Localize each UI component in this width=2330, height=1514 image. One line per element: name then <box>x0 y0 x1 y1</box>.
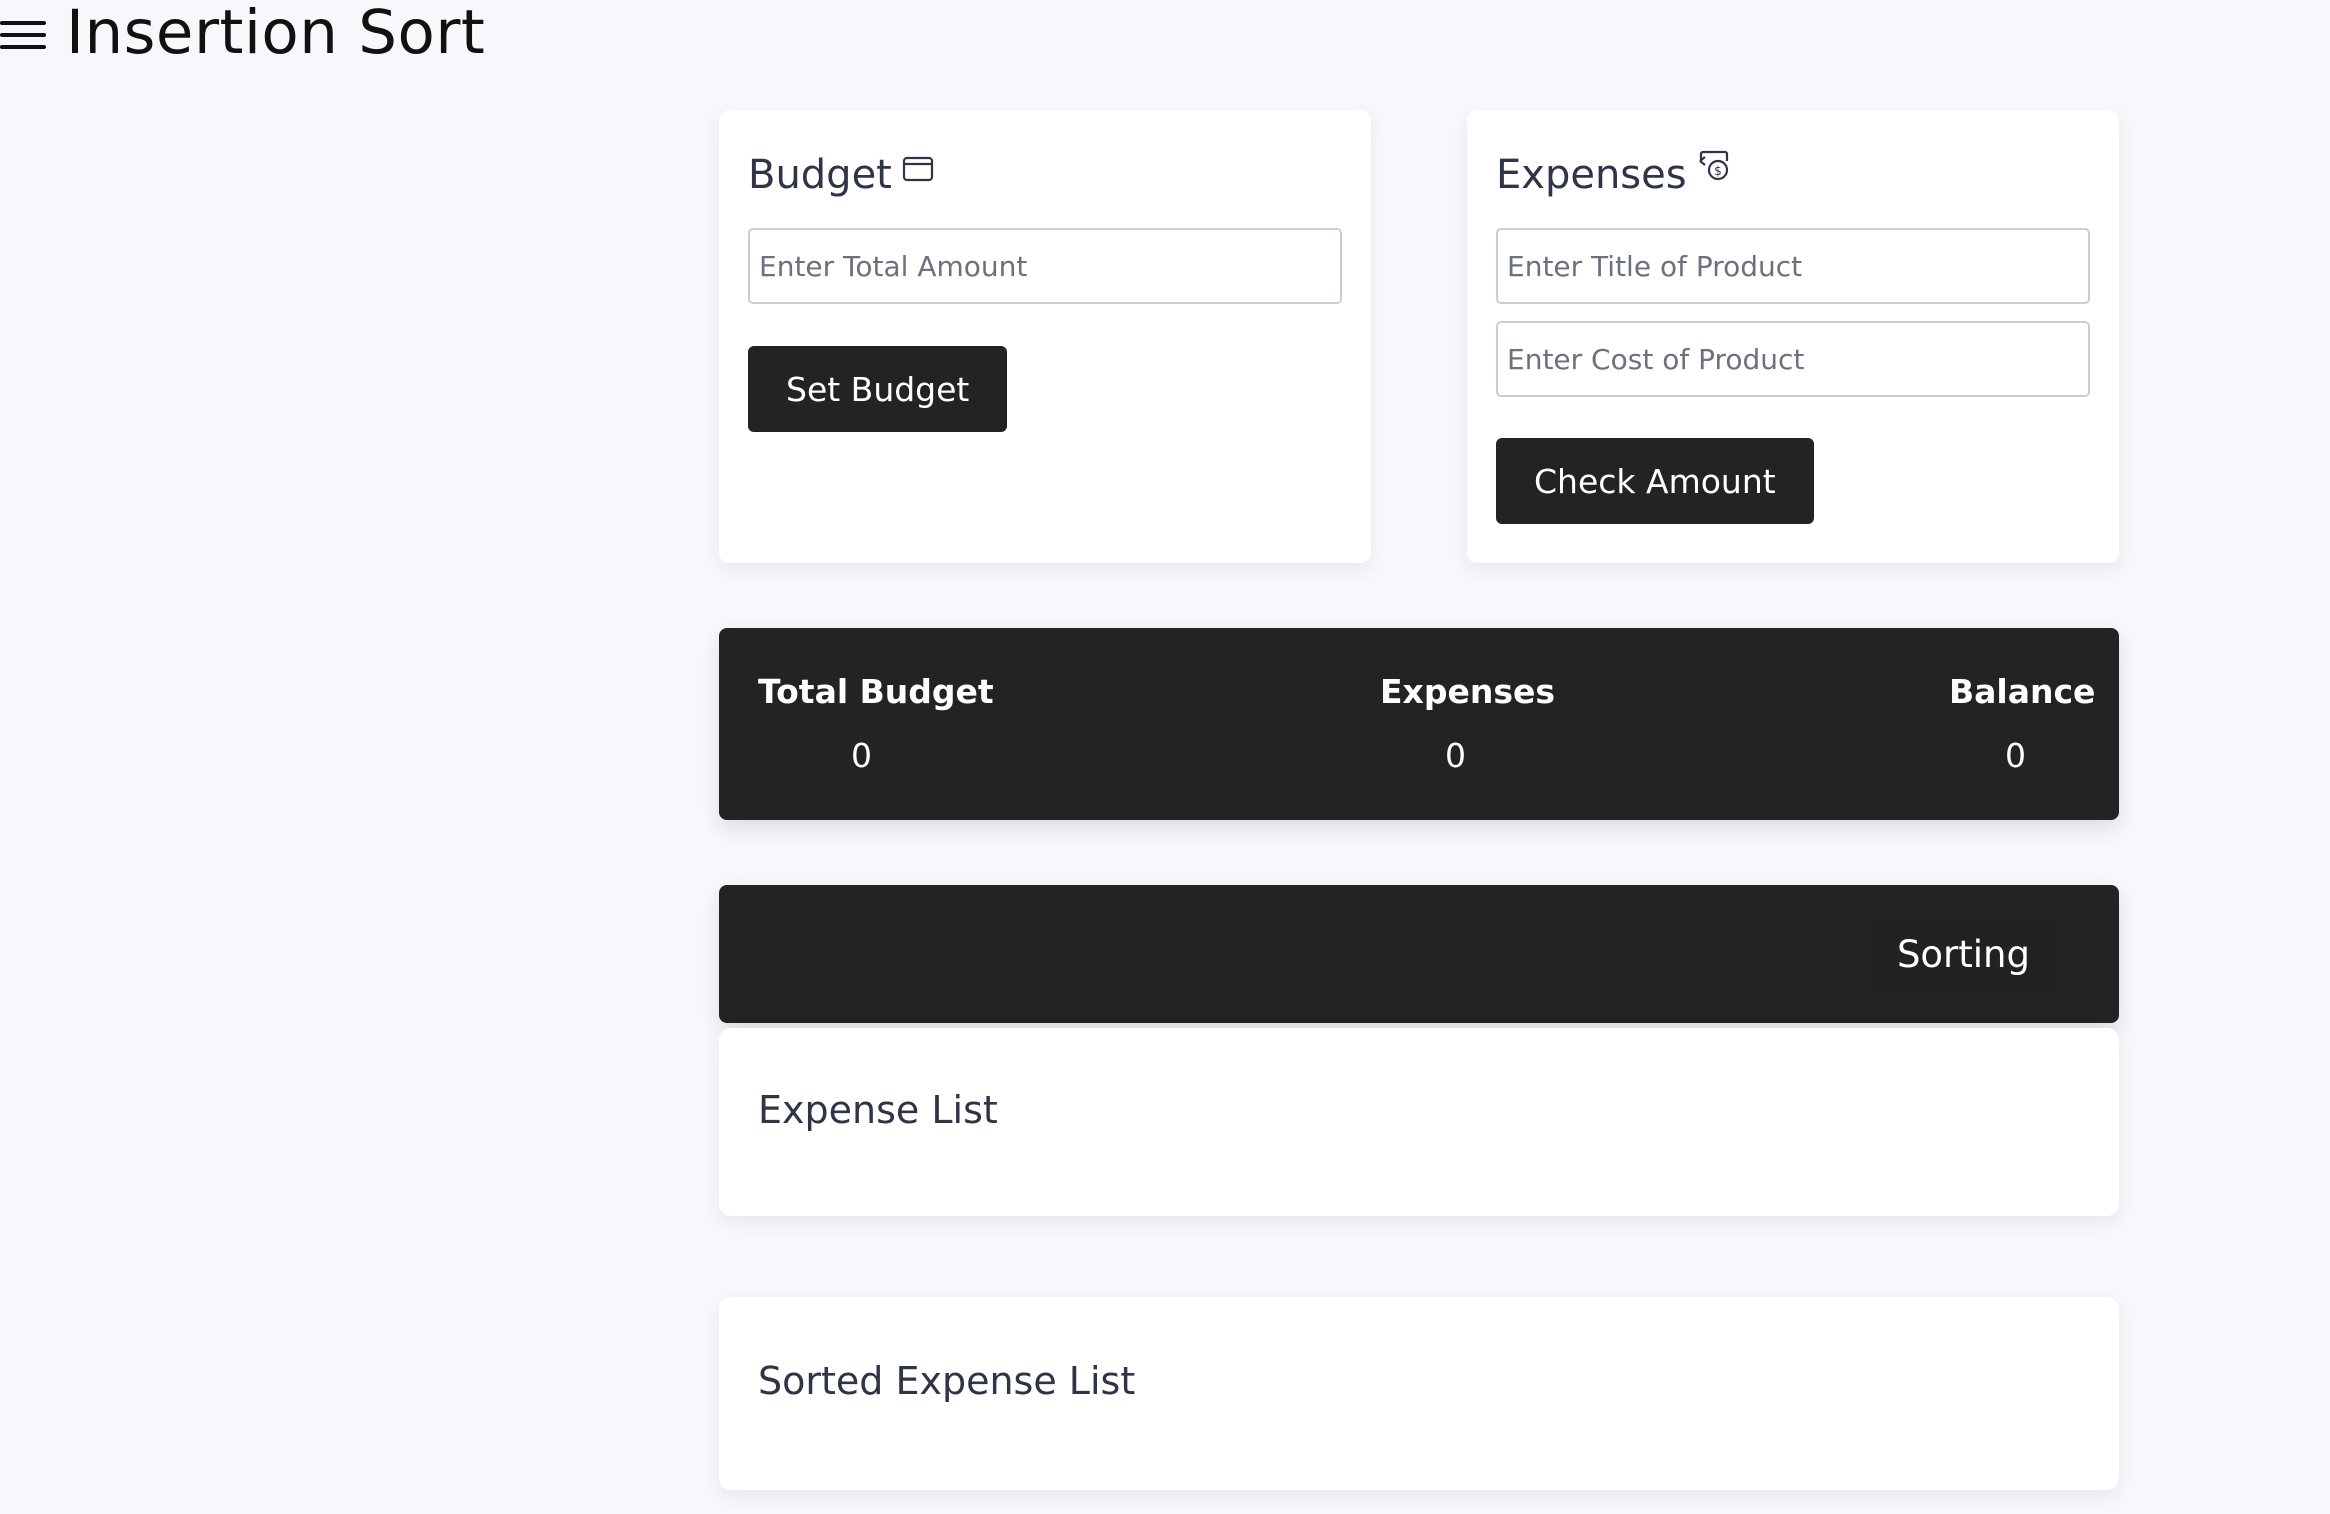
check-amount-button[interactable]: Check Amount <box>1496 438 1814 524</box>
expenses-summary: Expenses 0 <box>1380 628 1555 820</box>
balance-value: 0 <box>2005 736 2026 775</box>
menu-line <box>0 33 46 37</box>
product-title-input[interactable] <box>1496 228 2090 304</box>
sorted-expense-list-title: Sorted Expense List <box>758 1359 1136 1403</box>
balance-summary: Balance 0 <box>1949 628 2095 820</box>
menu-line <box>0 21 46 25</box>
budget-title: Budget <box>748 152 892 198</box>
expenses-summary-value: 0 <box>1445 736 1466 775</box>
total-budget-summary: Total Budget 0 <box>758 628 994 820</box>
summary-bar: Total Budget 0 Expenses 0 Balance 0 <box>719 628 2119 820</box>
menu-line <box>0 45 46 49</box>
budget-card: Budget Set Budget <box>719 110 1371 563</box>
total-budget-label: Total Budget <box>758 672 994 711</box>
sorting-button[interactable]: Sorting <box>1867 915 2059 993</box>
expenses-card: Expenses $ Check Amount <box>1467 110 2119 563</box>
expenses-summary-label: Expenses <box>1380 672 1555 711</box>
wallet-icon <box>902 147 934 193</box>
hamburger-menu-icon[interactable] <box>0 11 46 55</box>
sorted-expense-list-card: Sorted Expense List <box>719 1297 2119 1490</box>
total-amount-input[interactable] <box>748 228 1342 304</box>
expense-list-card: Expense List <box>719 1028 2119 1216</box>
page-title: Insertion Sort <box>66 0 486 68</box>
expense-list-title: Expense List <box>758 1088 998 1132</box>
expenses-title: Expenses <box>1496 152 1687 198</box>
sorting-bar: Sorting <box>719 885 2119 1023</box>
svg-text:$: $ <box>1714 164 1722 178</box>
product-cost-input[interactable] <box>1496 321 2090 397</box>
set-budget-button[interactable]: Set Budget <box>748 346 1008 432</box>
expenses-heading: Expenses $ <box>1496 150 1733 198</box>
page-header: Insertion Sort <box>0 0 485 66</box>
balance-label: Balance <box>1949 672 2096 711</box>
budget-heading: Budget <box>748 152 934 198</box>
money-icon: $ <box>1697 147 1733 193</box>
total-budget-value: 0 <box>851 736 872 775</box>
